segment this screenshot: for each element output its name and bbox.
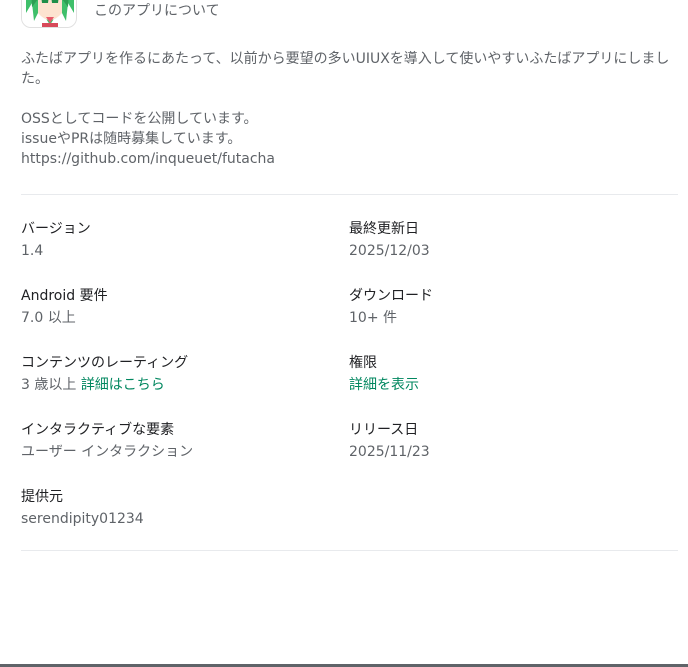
description-line: ふたばアプリを作るにあたって、以前から要望の多いUIUXを導入して使いやすいふた… bbox=[21, 51, 670, 87]
info-value: 10+ 件 bbox=[349, 310, 397, 326]
info-label: 権限 bbox=[349, 355, 377, 371]
divider bbox=[21, 550, 678, 551]
info-value: 3 歳以上 詳細はこちら bbox=[21, 375, 341, 395]
info-permissions: 権限 詳細を表示 bbox=[349, 353, 669, 395]
info-value: 詳細を表示 bbox=[349, 375, 669, 395]
info-label: コンテンツのレーティング bbox=[21, 355, 189, 371]
info-label: Android 要件 bbox=[21, 288, 108, 304]
description-url: https://github.com/inqueuet/futacha bbox=[21, 151, 275, 167]
info-release-date: リリース日 2025/11/23 bbox=[349, 420, 669, 462]
rating-details-link[interactable]: 詳細はこちら bbox=[81, 377, 165, 393]
info-value: 2025/12/03 bbox=[349, 243, 430, 259]
info-value: serendipity01234 bbox=[21, 511, 144, 527]
info-value: 2025/11/23 bbox=[349, 444, 430, 460]
anime-character-icon bbox=[22, 0, 76, 27]
info-value: 7.0 以上 bbox=[21, 310, 76, 326]
info-version: バージョン 1.4 bbox=[21, 219, 341, 261]
about-app-title: このアプリについて bbox=[94, 3, 220, 19]
info-offered-by: 提供元 serendipity01234 bbox=[21, 487, 341, 529]
info-interactive-elements: インタラクティブな要素 ユーザー インタラクション bbox=[21, 420, 341, 462]
info-android-requirement: Android 要件 7.0 以上 bbox=[21, 286, 341, 328]
rating-value: 3 歳以上 bbox=[21, 377, 77, 393]
permissions-details-link[interactable]: 詳細を表示 bbox=[349, 377, 419, 393]
info-downloads: ダウンロード 10+ 件 bbox=[349, 286, 669, 328]
description-line: OSSとしてコードを公開しています。 bbox=[21, 111, 258, 127]
info-label: ダウンロード bbox=[349, 288, 433, 304]
app-description: ふたばアプリを作るにあたって、以前から要望の多いUIUXを導入して使いやすいふた… bbox=[21, 49, 681, 169]
info-updated: 最終更新日 2025/12/03 bbox=[349, 219, 669, 261]
info-label: 提供元 bbox=[21, 489, 63, 505]
info-label: バージョン bbox=[21, 221, 91, 237]
info-label: リリース日 bbox=[349, 422, 419, 438]
info-label: 最終更新日 bbox=[349, 221, 419, 237]
divider bbox=[21, 194, 678, 195]
info-value: 1.4 bbox=[21, 243, 44, 259]
info-value: ユーザー インタラクション bbox=[21, 444, 194, 460]
app-icon bbox=[21, 0, 77, 28]
description-line: issueやPRは随時募集しています。 bbox=[21, 131, 242, 147]
info-content-rating: コンテンツのレーティング 3 歳以上 詳細はこちら bbox=[21, 353, 341, 395]
info-label: インタラクティブな要素 bbox=[21, 422, 175, 438]
